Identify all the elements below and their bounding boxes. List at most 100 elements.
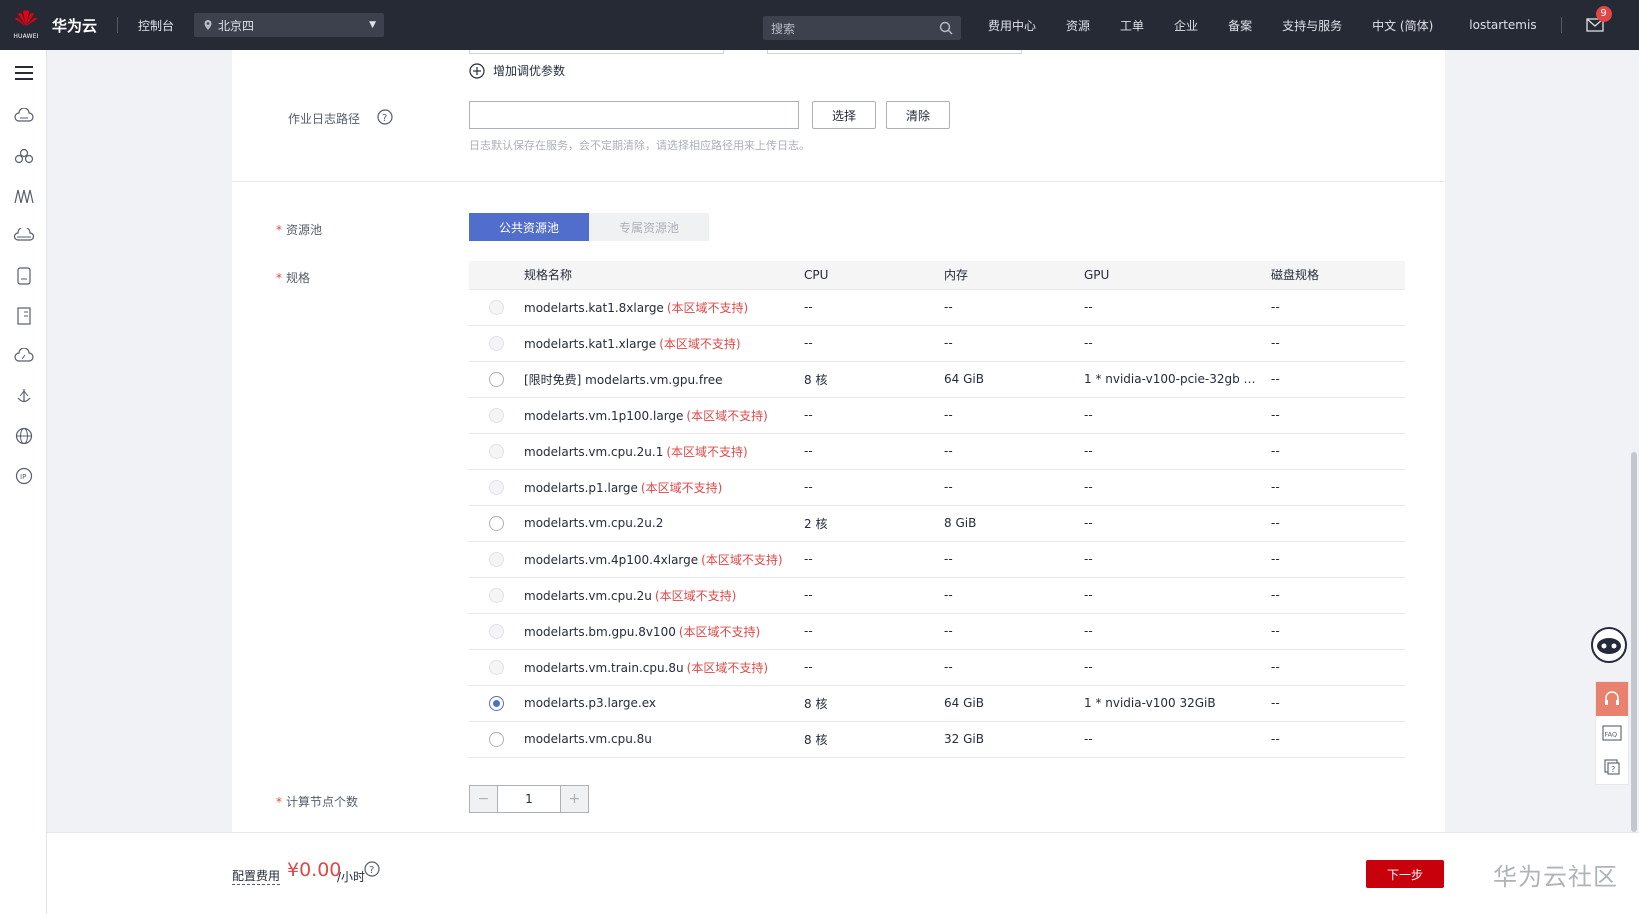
sidebar-item-anchor[interactable] <box>0 376 47 416</box>
spec-name-cell: modelarts.p1.large (本区域不支持) <box>516 469 796 506</box>
clear-path-button[interactable]: 清除 <box>886 101 950 129</box>
faq-text: FAQ <box>1605 731 1618 739</box>
unsupported-note: (本区域不支持) <box>701 552 783 567</box>
faq-button[interactable]: FAQ <box>1596 716 1628 750</box>
gpu-cell: -- <box>1076 649 1263 686</box>
spec-radio[interactable] <box>489 695 504 711</box>
public-pool-tab[interactable]: 公共资源池 <box>469 213 589 241</box>
table-row[interactable]: modelarts.p3.large.ex 8 核 64 GiB 1 * nvidia… <box>469 685 1405 722</box>
spec-radio <box>489 623 504 639</box>
table-row: modelarts.kat1.xlarge (本区域不支持) -- -- -- -- <box>469 325 1405 362</box>
table-row[interactable]: modelarts.vm.cpu.2u.2 2 核8 GiB -- -- <box>469 505 1405 542</box>
nav-tickets[interactable]: 工单 <box>1120 17 1144 34</box>
spec-name-cell: modelarts.vm.cpu.2u.1 (本区域不支持) <box>516 433 796 470</box>
region-selector[interactable]: 北京四 ▼ <box>194 13 385 37</box>
memory-cell: -- <box>936 541 1076 578</box>
disk-cell: -- <box>1263 649 1405 686</box>
disk-cell: -- <box>1263 433 1405 470</box>
sidebar-item-cloud-storage[interactable] <box>0 216 47 256</box>
scrollbar-thumb[interactable] <box>1631 452 1637 832</box>
spec-radio <box>489 659 504 675</box>
unsupported-note: (本区域不支持) <box>686 660 769 675</box>
table-row[interactable]: [限时免费] modelarts.vm.gpu.free 8 核 64 GiB 1 *… <box>469 361 1405 398</box>
search-icon[interactable] <box>939 21 953 35</box>
memory-cell: -- <box>936 577 1076 614</box>
spec-name-cell: modelarts.kat1.xlarge (本区域不支持) <box>516 325 796 362</box>
next-step-button[interactable]: 下一步 <box>1366 860 1444 888</box>
gpu-cell: -- <box>1076 505 1263 542</box>
disk-cell: -- <box>1263 541 1405 578</box>
help-icon[interactable]: ? <box>377 109 393 125</box>
table-row: modelarts.vm.train.cpu.8u (本区域不支持) -- -- -- -… <box>469 649 1405 686</box>
unsupported-note: (本区域不支持) <box>640 480 723 495</box>
spec-radio <box>489 551 504 567</box>
gpu-cell: -- <box>1076 325 1263 362</box>
hamburger-menu-button[interactable] <box>0 50 47 96</box>
gpu-cell: -- <box>1076 541 1263 578</box>
tuning-param-key-input[interactable] <box>469 50 724 54</box>
spec-radio[interactable] <box>489 371 504 387</box>
private-pool-tab[interactable]: 专属资源池 <box>589 213 709 241</box>
decrement-button[interactable]: − <box>470 786 497 812</box>
node-count-value[interactable]: 1 <box>497 786 561 812</box>
table-row[interactable]: modelarts.vm.cpu.8u 8 核 32 GiB -- -- <box>469 721 1405 758</box>
sidebar-item-globe[interactable] <box>0 416 47 456</box>
table-row: modelarts.vm.cpu.2u.1 (本区域不支持) -- -- -- -- <box>469 433 1405 470</box>
nav-icp-filing[interactable]: 备案 <box>1228 17 1252 34</box>
cpu-cell: -- <box>796 397 936 434</box>
disk-cell: -- <box>1263 505 1405 542</box>
search-input[interactable]: 搜索 <box>763 16 961 40</box>
add-tuning-param-button[interactable]: 增加调优参数 <box>469 62 565 79</box>
mail-button[interactable]: 9 <box>1585 6 1612 32</box>
ip-icon: IP <box>15 467 32 485</box>
spec-radio[interactable] <box>489 515 504 531</box>
sidebar-item-ip[interactable]: IP <box>0 456 47 496</box>
log-path-input[interactable] <box>469 101 799 129</box>
spec-radio[interactable] <box>489 731 504 747</box>
node-count-stepper[interactable]: − 1 + <box>469 785 589 813</box>
mountains-icon <box>13 189 34 204</box>
header-spec-name: 规格名称 <box>516 261 796 290</box>
nav-enterprise[interactable]: 企业 <box>1174 17 1198 34</box>
disk-cell: -- <box>1263 289 1405 326</box>
user-menu[interactable]: lostartemis <box>1469 18 1536 32</box>
sidebar-item-mountains[interactable] <box>0 176 47 216</box>
disk-cell: -- <box>1263 469 1405 506</box>
select-path-button[interactable]: 选择 <box>812 101 876 129</box>
sidebar-item-database[interactable] <box>0 256 47 296</box>
tuning-param-value-input[interactable] <box>767 50 1022 54</box>
top-nav-links: 费用中心 资源 工单 企业 备案 支持与服务 中文 (简体) lostartem… <box>988 0 1612 50</box>
config-fee-label[interactable]: 配置费用 <box>232 867 281 885</box>
nav-support[interactable]: 支持与服务 <box>1282 17 1342 34</box>
sidebar-item-cloud-server[interactable] <box>0 96 47 136</box>
brand-name[interactable]: 华为云 <box>52 15 97 36</box>
page-scrollbar[interactable] <box>1629 50 1639 832</box>
spec-table: 规格名称 CPU 内存 GPU 磁盘规格 modelarts.kat1.8xla… <box>469 261 1405 758</box>
spec-name: modelarts.vm.4p100.4xlarge <box>524 552 699 567</box>
spec-name: modelarts.vm.cpu.2u.2 <box>524 516 664 530</box>
top-navigation-bar: HUAWEI 华为云 控制台 北京四 ▼ 搜索 费用中心 资源 工单 企业 备案… <box>0 0 1639 50</box>
help-icon[interactable]: ? <box>364 861 380 877</box>
feedback-button[interactable]: ? <box>1596 750 1628 784</box>
divider <box>1560 17 1562 33</box>
assistant-robot-icon[interactable] <box>1591 627 1627 663</box>
spec-name-cell: modelarts.kat1.8xlarge (本区域不支持) <box>516 289 796 326</box>
log-path-hint: 日志默认保存在服务，会不定期清除，请选择相应路径用来上传日志。 <box>469 139 810 152</box>
cpu-cell: -- <box>796 649 936 686</box>
spec-name-cell: modelarts.p3.large.ex <box>516 685 796 722</box>
customer-service-button[interactable] <box>1596 682 1628 716</box>
nav-resources[interactable]: 资源 <box>1066 17 1090 34</box>
header-memory: 内存 <box>936 261 1076 290</box>
spec-radio <box>489 479 504 495</box>
console-link[interactable]: 控制台 <box>138 17 174 34</box>
logo-text: HUAWEI <box>13 33 39 40</box>
sidebar-item-document[interactable] <box>0 296 47 336</box>
nav-billing-center[interactable]: 费用中心 <box>988 17 1036 34</box>
sidebar-item-cluster[interactable] <box>0 136 47 176</box>
huawei-logo[interactable]: HUAWEI <box>8 5 44 45</box>
sidebar-item-cloud[interactable] <box>0 336 47 376</box>
spec-label: * 规格 <box>276 269 310 286</box>
nav-language[interactable]: 中文 (简体) <box>1372 17 1433 34</box>
memory-cell: -- <box>936 469 1076 506</box>
increment-button[interactable]: + <box>561 786 588 812</box>
